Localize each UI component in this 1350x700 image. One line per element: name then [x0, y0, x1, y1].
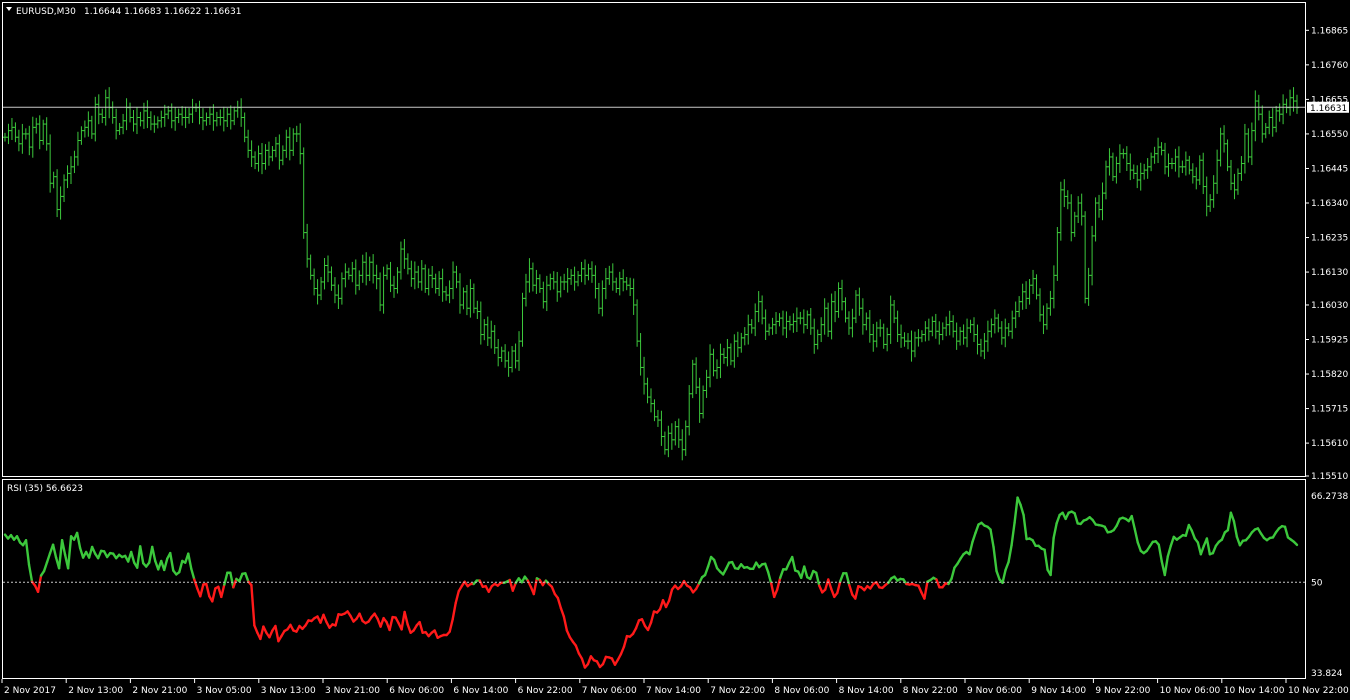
- current-price-text: 1.16631: [1310, 104, 1347, 114]
- symbol-header[interactable]: EURUSD,M30 1.16644 1.16683 1.16622 1.166…: [6, 7, 241, 17]
- time-tick-label: 9 Nov 06:00: [967, 686, 1022, 696]
- trading-chart[interactable]: 1.168651.167601.166551.165501.164451.163…: [0, 0, 1350, 700]
- current-price-marker: 1.16631: [1307, 101, 1349, 114]
- time-tick-label: 3 Nov 21:00: [325, 686, 380, 696]
- symbol-timeframe: EURUSD,M30: [16, 7, 76, 17]
- chart-background: [0, 0, 1350, 700]
- price-tick-label: 1.15610: [1311, 439, 1348, 449]
- time-tick-label: 8 Nov 14:00: [839, 686, 894, 696]
- rsi-header: RSI (35) 56.6623: [7, 484, 83, 494]
- time-tick-label: 10 Nov 14:00: [1224, 686, 1285, 696]
- time-tick-label: 6 Nov 22:00: [518, 686, 573, 696]
- rsi-tick-label: 66.2738: [1311, 492, 1348, 502]
- price-tick-label: 1.15510: [1311, 472, 1348, 482]
- time-tick-label: 3 Nov 13:00: [261, 686, 316, 696]
- price-tick-label: 1.15925: [1311, 335, 1348, 345]
- time-tick-label: 7 Nov 06:00: [582, 686, 637, 696]
- price-tick-label: 1.16030: [1311, 301, 1348, 311]
- price-tick-label: 1.15820: [1311, 370, 1348, 380]
- time-tick-label: 2 Nov 13:00: [68, 686, 123, 696]
- time-tick-label: 9 Nov 14:00: [1031, 686, 1086, 696]
- price-tick-label: 1.16445: [1311, 164, 1348, 174]
- time-tick-label: 7 Nov 14:00: [646, 686, 701, 696]
- time-tick-label: 2 Nov 2017: [4, 686, 56, 696]
- time-tick-label: 10 Nov 06:00: [1160, 686, 1221, 696]
- price-tick-label: 1.15715: [1311, 405, 1348, 415]
- time-tick-label: 10 Nov 22:00: [1288, 686, 1349, 696]
- time-tick-label: 7 Nov 22:00: [710, 686, 765, 696]
- price-tick-label: 1.16235: [1311, 234, 1348, 244]
- time-tick-label: 6 Nov 14:00: [453, 686, 508, 696]
- time-tick-label: 3 Nov 05:00: [197, 686, 252, 696]
- rsi-tick-label: 33.824: [1311, 669, 1343, 679]
- price-tick-label: 1.16865: [1311, 26, 1348, 36]
- price-tick-label: 1.16130: [1311, 268, 1348, 278]
- ohlc-values: 1.16644 1.16683 1.16622 1.16631: [84, 7, 241, 17]
- time-tick-label: 8 Nov 22:00: [903, 686, 958, 696]
- price-tick-label: 1.16760: [1311, 61, 1348, 71]
- price-tick-label: 1.16340: [1311, 199, 1348, 209]
- time-tick-label: 9 Nov 22:00: [1095, 686, 1150, 696]
- time-tick-label: 8 Nov 06:00: [774, 686, 829, 696]
- time-tick-label: 2 Nov 21:00: [132, 686, 187, 696]
- rsi-tick-label: 50: [1311, 578, 1323, 588]
- price-tick-label: 1.16550: [1311, 130, 1348, 140]
- time-tick-label: 6 Nov 06:00: [389, 686, 444, 696]
